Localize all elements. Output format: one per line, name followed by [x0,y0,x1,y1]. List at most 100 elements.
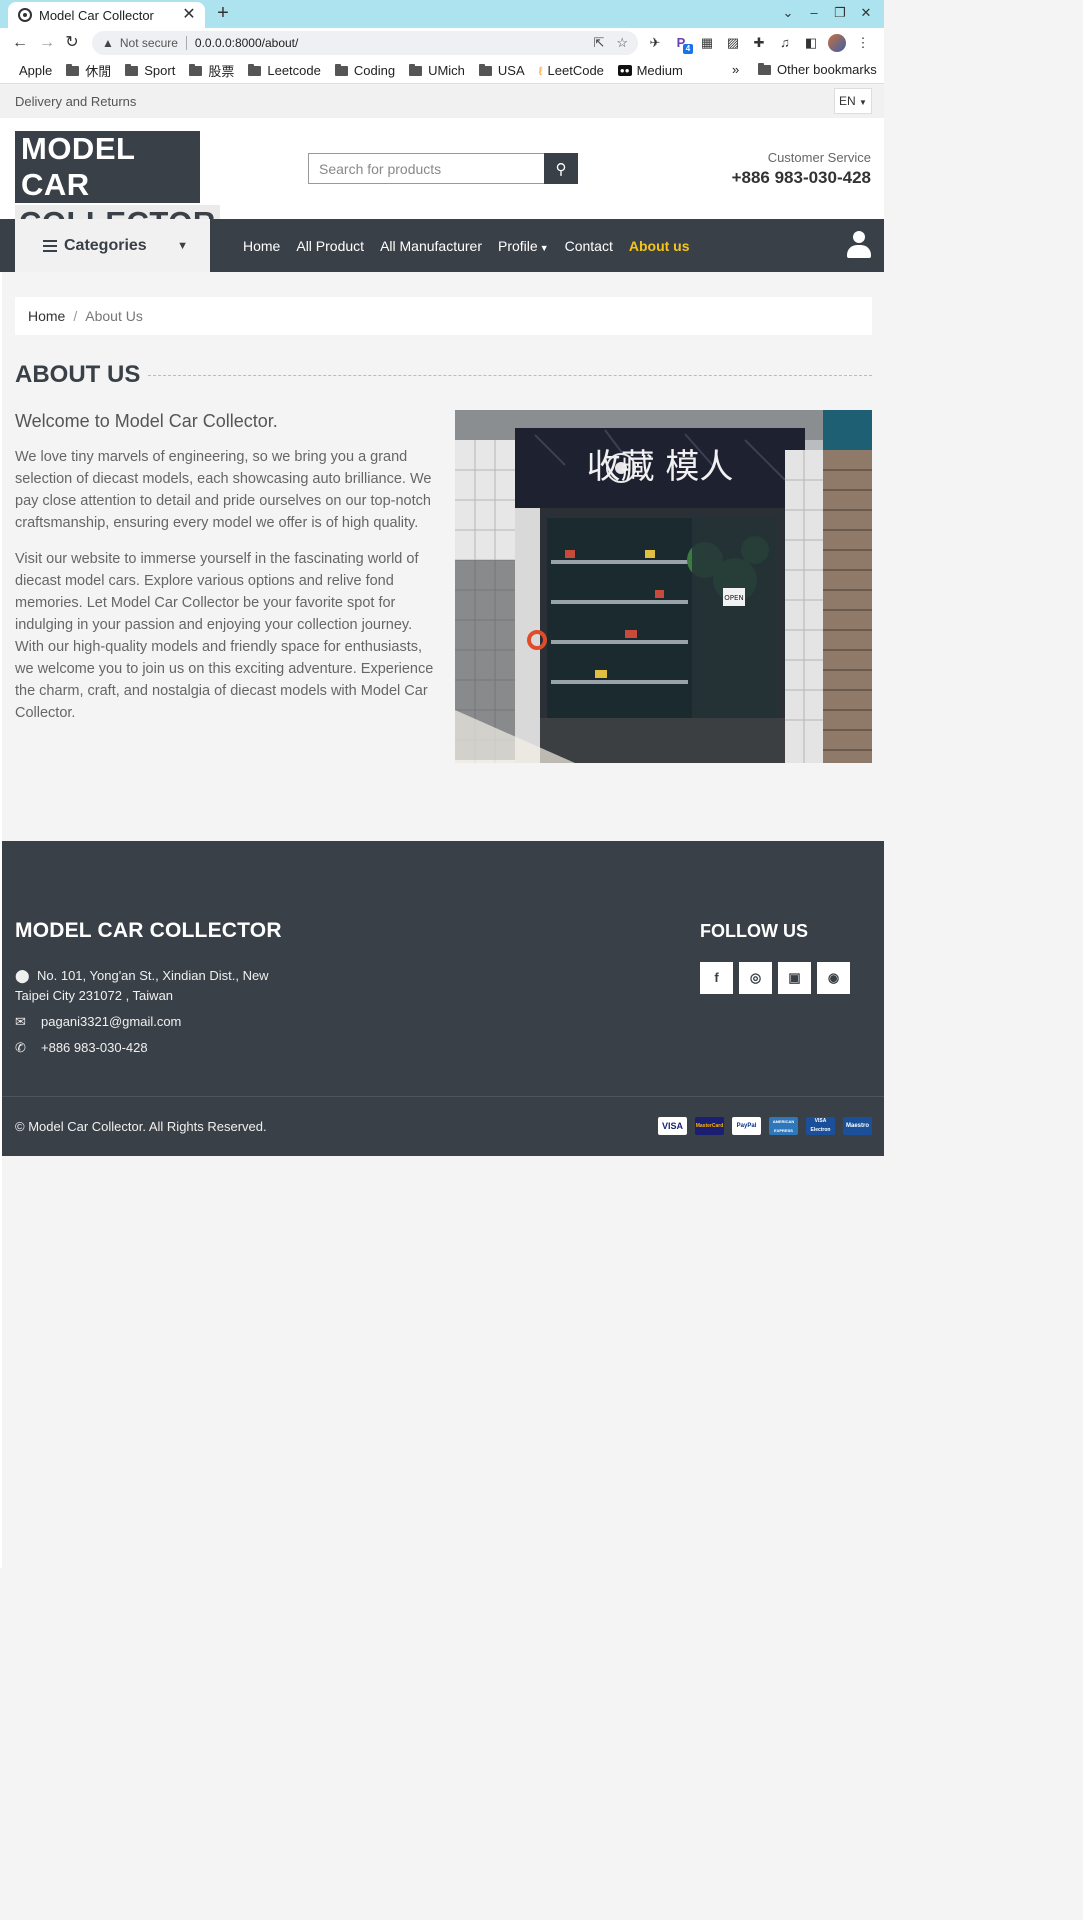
bookmark-folder[interactable]: 股票 [189,61,234,80]
security-label: Not secure [119,36,178,50]
tab-title: Model Car Collector [39,7,154,23]
new-tab-icon[interactable]: + [213,3,233,23]
caret-down-icon: ▼ [859,98,867,107]
bookmark-folder[interactable]: Leetcode [248,63,321,78]
copyright-text: © Model Car Collector. All Rights Reserv… [15,1119,267,1134]
follow-us-heading: FOLLOW US [700,921,808,941]
media-control-icon[interactable]: ♫ [776,34,794,52]
nav-profile-label: Profile [498,237,538,254]
footer-phone-text[interactable]: +886 983-030-428 [41,1040,148,1056]
nav-about-us[interactable]: About us [629,238,690,254]
bookmark-folder[interactable]: UMich [409,63,465,78]
map-marker-icon[interactable]: ◉ [817,962,850,994]
nav-home[interactable]: Home [243,238,280,254]
mastercard-icon: MasterCard [695,1117,724,1135]
nav-all-manufacturer[interactable]: All Manufacturer [380,238,482,254]
forward-icon[interactable]: → [37,33,57,53]
reload-icon[interactable]: ↻ [62,33,82,53]
url-text[interactable]: 0.0.0.0:8000/about/ [195,36,582,50]
close-window-icon[interactable]: ✕ [856,5,876,21]
nav-all-product[interactable]: All Product [296,238,364,254]
back-icon[interactable]: ← [10,33,30,53]
about-content: Welcome to Model Car Collector. We love … [15,411,435,724]
delivery-returns-link[interactable]: Delivery and Returns [15,94,136,109]
nav-menu: Home All Product All Manufacturer Profil… [243,219,706,272]
extension-p-icon[interactable]: P4 [672,34,693,54]
social-links: f ◎ ▣ ◉ [700,962,850,994]
bookmark-label: LeetCode [547,63,604,78]
search-icon: ⚲ [555,160,567,178]
bookmark-folder[interactable]: USA [478,63,525,78]
bookmark-label: Medium [636,63,683,78]
amex-icon: AMERICAN EXPRESS [769,1117,798,1135]
share-icon[interactable]: ⇱ [593,35,604,51]
menu-bars-icon [43,237,57,255]
extension-calendar-icon[interactable]: ▦ [698,34,716,52]
warning-icon[interactable]: ▲ [102,36,114,50]
browser-menu-icon[interactable]: ⋮ [854,34,872,52]
browser-tabbar: Model Car Collector ✕ + ⌄ – ❐ ✕ [0,0,884,28]
folder-icon [758,62,771,75]
payment-cards: VISA MasterCard PayPal AMERICAN EXPRESS … [658,1117,872,1135]
browser-tab[interactable]: Model Car Collector ✕ [8,2,205,28]
categories-button[interactable]: Categories ▼ [15,219,210,272]
instagram-icon[interactable]: ◎ [739,962,772,994]
browser-toolbar: ← → ↻ ▲ Not secure 0.0.0.0:8000/about/ ⇱… [0,28,884,58]
about-paragraph-2: Visit our website to immerse yourself in… [15,551,434,721]
extension-stripe-icon[interactable]: ▨ [724,34,742,52]
folder-icon [409,63,423,76]
nav-profile[interactable]: Profile ▼ [498,238,549,254]
site-header: MODEL CAR COLLECTOR ⚲ Customer Service +… [0,118,884,241]
bookmark-folder[interactable]: Sport [125,63,175,78]
side-panel-icon[interactable]: ◧ [802,34,820,52]
shop-sign-text: 收藏 模人 [587,447,734,487]
search-input[interactable] [308,153,544,184]
folder-icon [478,63,492,76]
title-divider [148,375,872,376]
restore-icon[interactable]: ❐ [830,5,850,21]
address-bar[interactable]: ▲ Not secure 0.0.0.0:8000/about/ ⇱ ☆ [92,31,638,55]
window-controls: ⌄ – ❐ ✕ [778,5,876,21]
nav-contact[interactable]: Contact [565,238,613,254]
customer-service: Customer Service +886 983-030-428 [732,150,871,188]
extension-send-icon[interactable]: ✈ [646,34,664,52]
language-label: EN [839,94,856,108]
facebook-icon[interactable]: f [700,962,733,994]
site-favicon-icon [18,8,32,22]
bookmark-folder[interactable]: Coding [334,63,396,78]
bookmarks-bar: Apple 休閒 Sport 股票 Leetcode Coding UMich … [0,58,884,84]
user-account-icon[interactable] [846,231,872,259]
extensions-puzzle-icon[interactable]: ✚ [750,34,768,52]
profile-avatar[interactable] [828,34,846,52]
bookmark-medium[interactable]: ●● Medium [617,63,683,78]
other-bookmarks[interactable]: Other bookmarks [758,62,877,77]
bookmark-label: Coding [353,63,396,78]
shopping-bag-icon[interactable]: ▣ [778,962,811,994]
page-title: ABOUT US [15,361,141,388]
folder-icon [334,63,348,76]
bookmark-apple[interactable]: Apple [14,63,52,78]
footer-brand: MODEL CAR COLLECTOR [15,919,282,942]
search-button[interactable]: ⚲ [544,153,578,184]
footer-email-text[interactable]: pagani3321@gmail.com [41,1014,181,1030]
minimize-icon[interactable]: – [804,5,824,21]
breadcrumb: Home / About Us [15,297,872,335]
bookmark-label: 股票 [208,64,235,79]
bookmark-label: 休閒 [85,64,112,79]
customer-service-phone[interactable]: +886 983-030-428 [732,168,871,188]
storefront-illustration: OPEN 收藏 模人 [455,410,872,763]
language-select[interactable]: EN ▼ [834,88,872,114]
bookmark-star-icon[interactable]: ☆ [616,35,628,51]
footer-phone: ✆ +886 983-030-428 [15,1040,148,1056]
close-tab-icon[interactable]: ✕ [181,7,197,23]
bookmark-leetcode[interactable]: ℓ LeetCode [539,63,604,78]
folder-icon [125,63,139,76]
paypal-icon: PayPal [732,1117,761,1135]
breadcrumb-home[interactable]: Home [28,308,65,324]
more-bookmarks-icon[interactable]: » [732,62,739,77]
bookmark-folder[interactable]: 休閒 [66,61,111,80]
phone-icon: ✆ [15,1040,26,1055]
logo-line1: MODEL CAR [15,131,200,203]
visa-electron-icon: VISA Electron [806,1117,835,1135]
tab-search-icon[interactable]: ⌄ [778,5,798,21]
